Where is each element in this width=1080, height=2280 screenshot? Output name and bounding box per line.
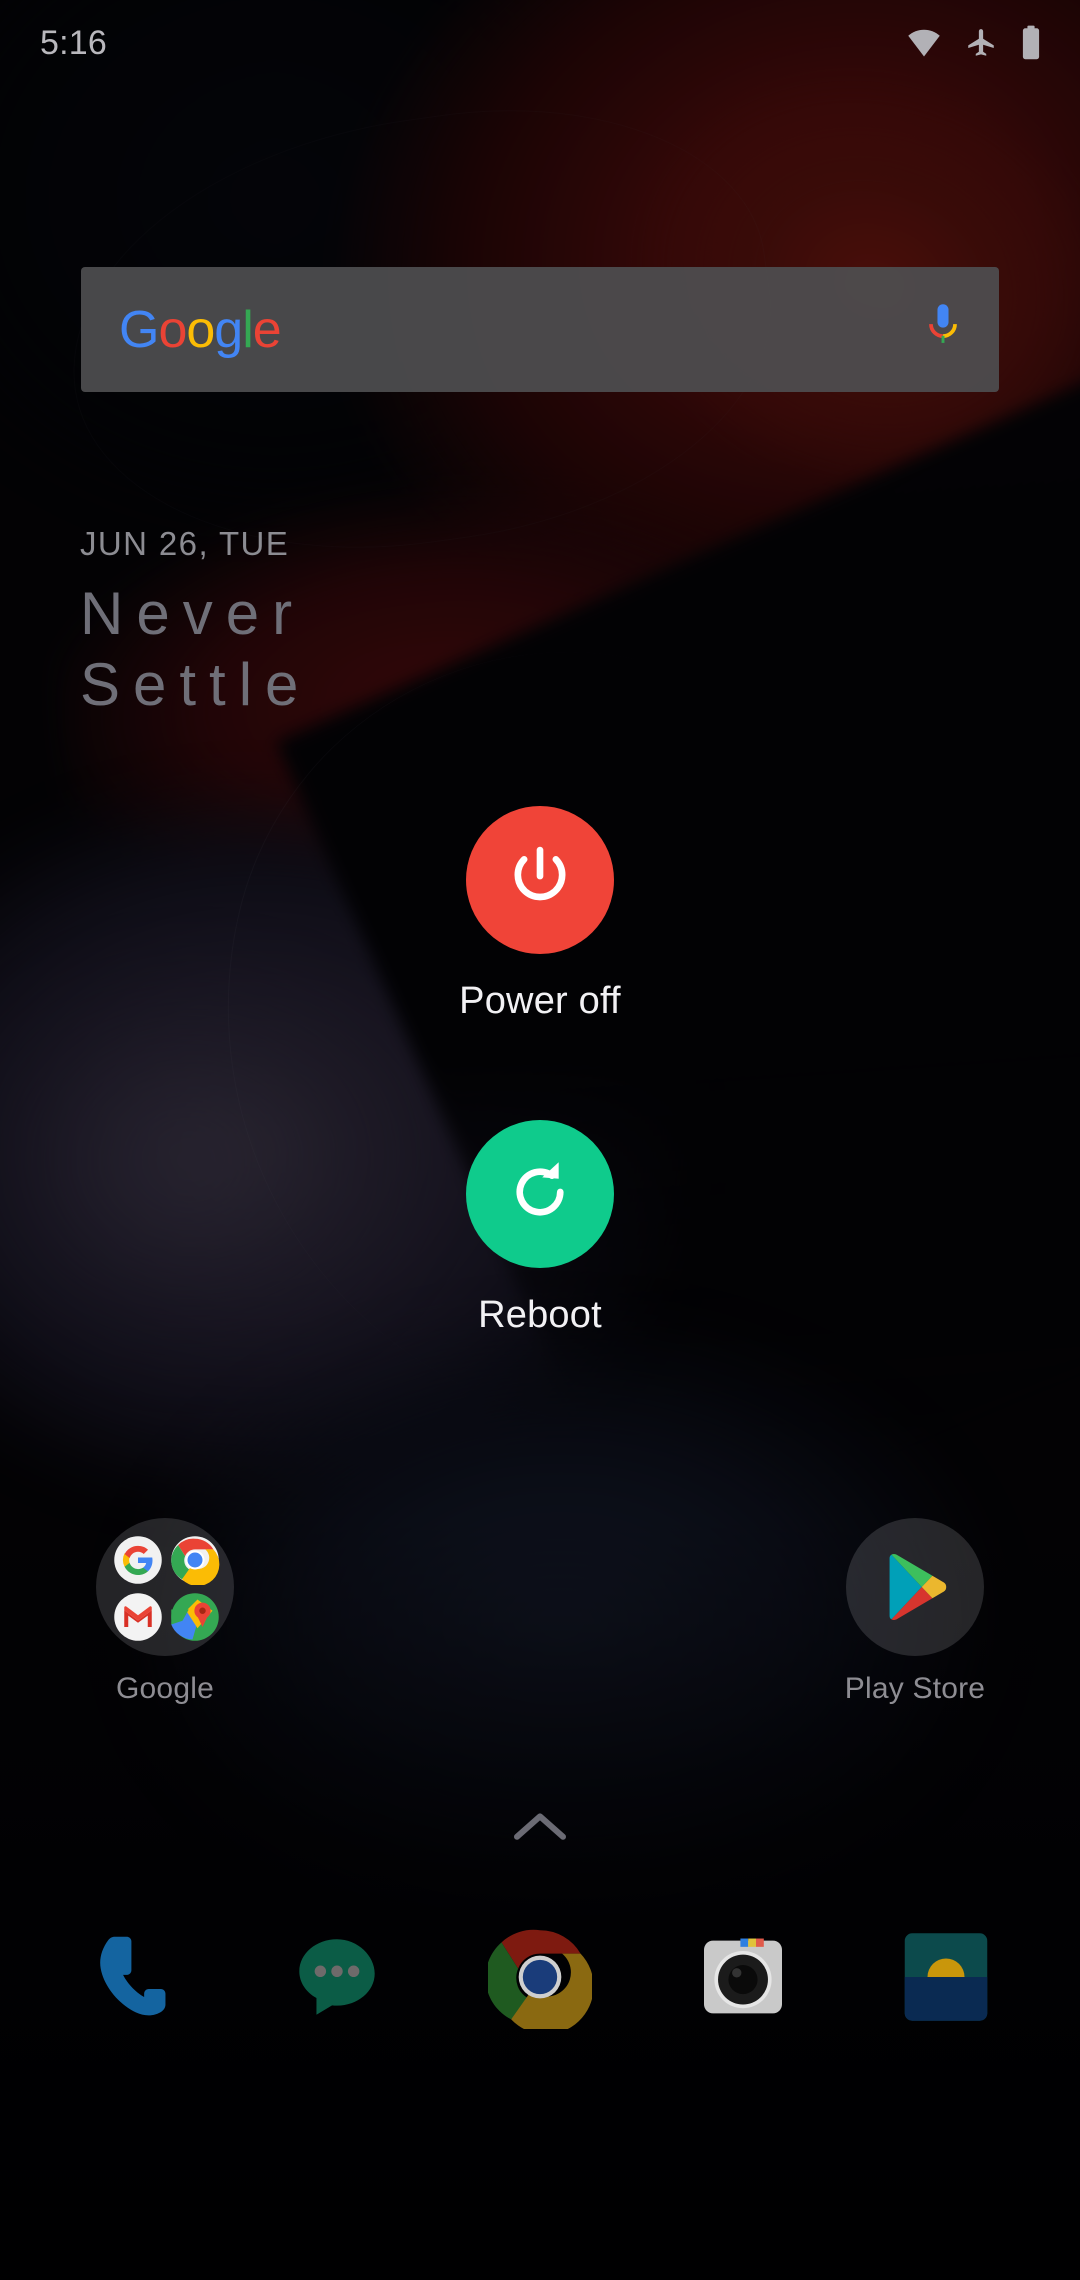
camera-icon bbox=[691, 1925, 795, 2034]
dock-item-messages[interactable] bbox=[263, 1905, 411, 2053]
airplane-mode-icon bbox=[964, 26, 998, 60]
dock-item-phone[interactable] bbox=[60, 1905, 208, 2053]
phone-icon bbox=[82, 1925, 186, 2034]
status-bar-icons bbox=[906, 25, 1042, 61]
chrome-icon bbox=[485, 1925, 594, 2034]
chevron-up-icon[interactable] bbox=[512, 1810, 568, 1849]
home-screen-app-row: Google Play Store bbox=[0, 1518, 1080, 1706]
power-menu: Power off Reboot bbox=[0, 806, 1080, 1337]
gallery-icon bbox=[896, 1927, 996, 2032]
power-off-button[interactable]: Power off bbox=[459, 806, 621, 1023]
widget-tagline-line1: Never bbox=[80, 580, 306, 647]
google-folder-icon[interactable] bbox=[96, 1518, 234, 1656]
google-logo-letter: e bbox=[252, 300, 282, 359]
status-bar-clock: 5:16 bbox=[40, 23, 107, 62]
restart-icon bbox=[502, 1154, 578, 1235]
reboot-label: Reboot bbox=[478, 1294, 602, 1336]
messages-icon bbox=[285, 1925, 389, 2034]
play-store-icon[interactable] bbox=[846, 1518, 984, 1656]
dock bbox=[0, 1905, 1080, 2053]
chrome-icon bbox=[170, 1535, 220, 1585]
app-icon-play-store[interactable]: Play Store bbox=[820, 1518, 1010, 1706]
microphone-icon[interactable] bbox=[923, 301, 963, 358]
google-logo-letter: G bbox=[119, 300, 159, 359]
app-label-play-store: Play Store bbox=[844, 1672, 986, 1705]
dock-item-gallery[interactable] bbox=[872, 1905, 1020, 2053]
battery-icon bbox=[1020, 25, 1042, 61]
power-off-label: Power off bbox=[459, 980, 621, 1022]
google-logo-letter: l bbox=[242, 300, 254, 359]
google-logo-letter: o bbox=[158, 300, 187, 359]
google-search-widget[interactable]: Google bbox=[81, 267, 999, 392]
status-bar: 5:16 bbox=[0, 0, 1080, 86]
date-clock-widget[interactable]: JUN 26, TUE Never Settle bbox=[80, 525, 311, 721]
app-drawer-handle[interactable] bbox=[0, 1810, 1080, 1849]
power-off-circle[interactable] bbox=[465, 806, 614, 954]
widget-date: JUN 26, TUE bbox=[80, 525, 290, 562]
google-logo-letter: g bbox=[214, 300, 243, 359]
phone-screen: 5:16 Google JUN 26, TUE Never Settle Pow… bbox=[0, 0, 1080, 2280]
power-icon bbox=[502, 840, 578, 921]
app-icon-google-folder[interactable]: Google bbox=[70, 1518, 260, 1706]
dock-item-camera[interactable] bbox=[669, 1905, 817, 2053]
reboot-button[interactable]: Reboot bbox=[466, 1120, 614, 1337]
google-logo-letter: o bbox=[186, 300, 215, 359]
app-label-google: Google bbox=[116, 1672, 214, 1705]
google-icon bbox=[113, 1535, 163, 1585]
widget-tagline-line2: Settle bbox=[80, 650, 312, 718]
reboot-circle[interactable] bbox=[466, 1120, 614, 1268]
dock-item-chrome[interactable] bbox=[466, 1905, 614, 2053]
maps-icon bbox=[170, 1592, 220, 1642]
gmail-icon bbox=[113, 1592, 163, 1642]
wifi-icon bbox=[906, 28, 942, 58]
google-logo: Google bbox=[119, 300, 282, 360]
